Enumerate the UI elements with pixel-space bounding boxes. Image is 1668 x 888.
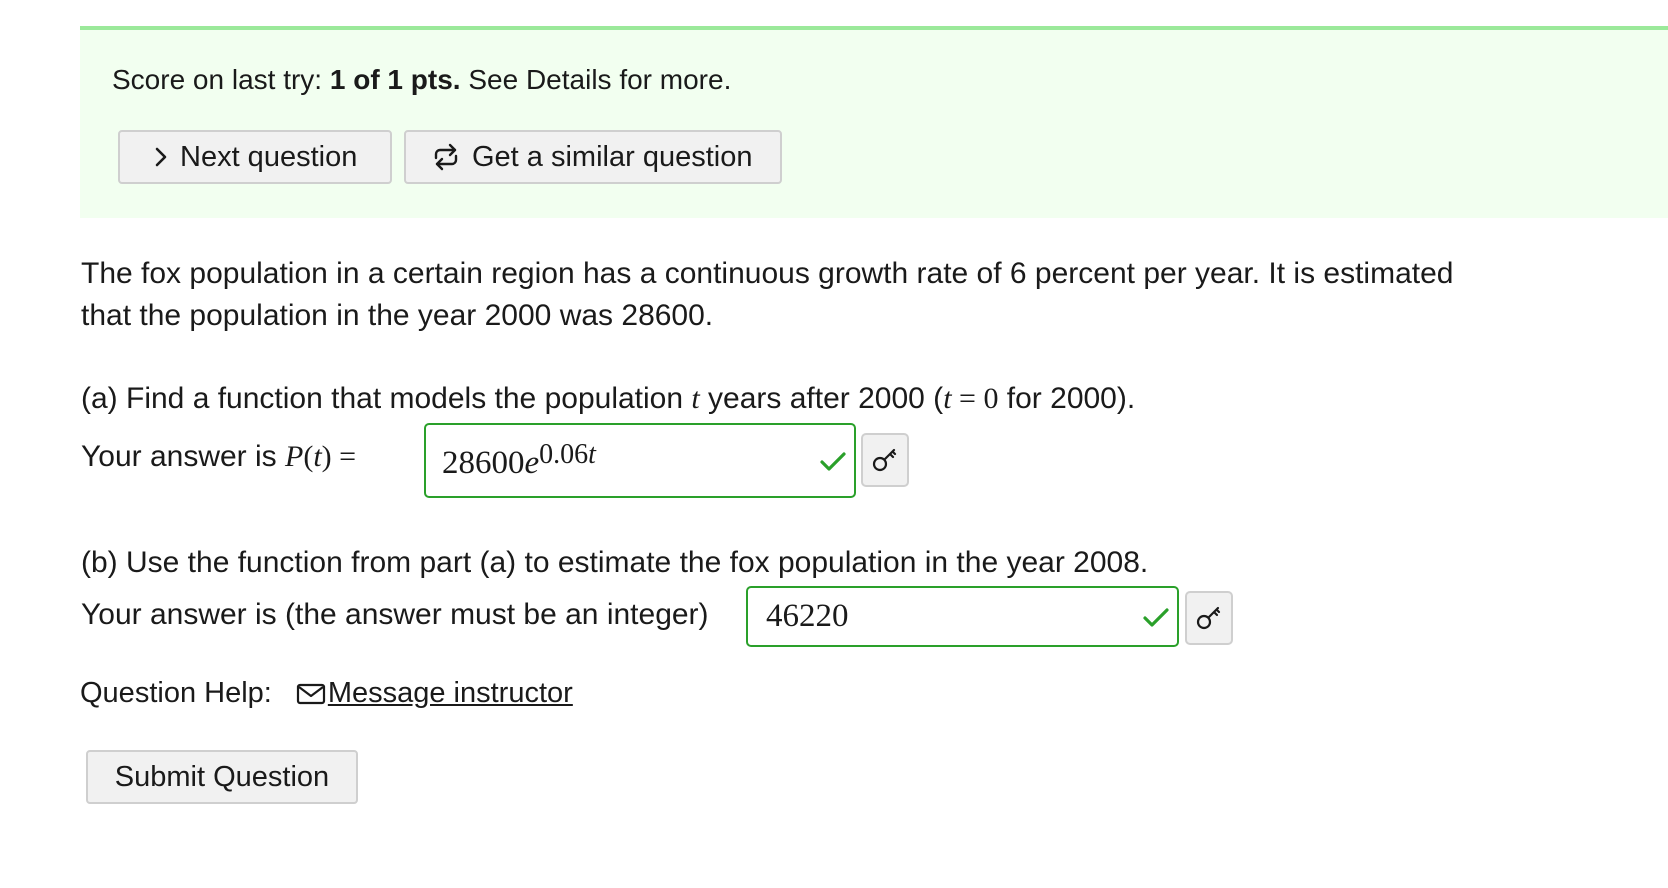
submit-question-button[interactable]: Submit Question	[86, 750, 358, 804]
part-a-preview-key-button[interactable]	[861, 433, 909, 487]
repeat-icon	[434, 143, 458, 171]
part-b-prompt: (b) Use the function from part (a) to es…	[81, 546, 1149, 579]
score-value: 1 of 1 pts.	[329, 64, 461, 95]
chevron-right-icon	[155, 147, 167, 167]
next-question-label: Next question	[180, 140, 358, 173]
part-a-prompt: (a) Find a function that models the popu…	[81, 382, 1136, 415]
problem-statement: The fox population in a certain region h…	[81, 257, 1454, 332]
score-summary: Score on last try: 1 of 1 pts. See Detai…	[112, 64, 732, 95]
envelope-icon	[296, 683, 325, 704]
part-b-answer-label: Your answer is (the answer must be an in…	[81, 598, 709, 631]
score-banner	[80, 26, 1668, 218]
part-a-answer-label: Your answer is P(t) =	[81, 440, 357, 473]
part-b-answer-value: 46220	[766, 598, 849, 634]
part-a-answer-input[interactable]: 28600e0.06t	[424, 423, 856, 498]
message-instructor-link[interactable]: Message instructor	[296, 677, 573, 710]
similar-question-button[interactable]: Get a similar question	[404, 130, 782, 184]
checkmark-icon	[1143, 608, 1169, 627]
message-instructor-label: Message instructor	[327, 677, 573, 709]
question-help: Question Help: Message instructor	[80, 677, 573, 710]
part-a-answer-value: 28600e0.06t	[442, 439, 596, 481]
checkmark-icon	[820, 452, 846, 471]
next-question-button[interactable]: Next question	[118, 130, 392, 184]
part-b-preview-key-button[interactable]	[1185, 591, 1233, 645]
question-help-label: Question Help:	[80, 677, 272, 709]
key-icon	[1196, 606, 1221, 630]
similar-question-label: Get a similar question	[472, 140, 753, 173]
part-b-answer-input[interactable]: 46220	[746, 586, 1179, 647]
key-icon	[872, 448, 897, 472]
